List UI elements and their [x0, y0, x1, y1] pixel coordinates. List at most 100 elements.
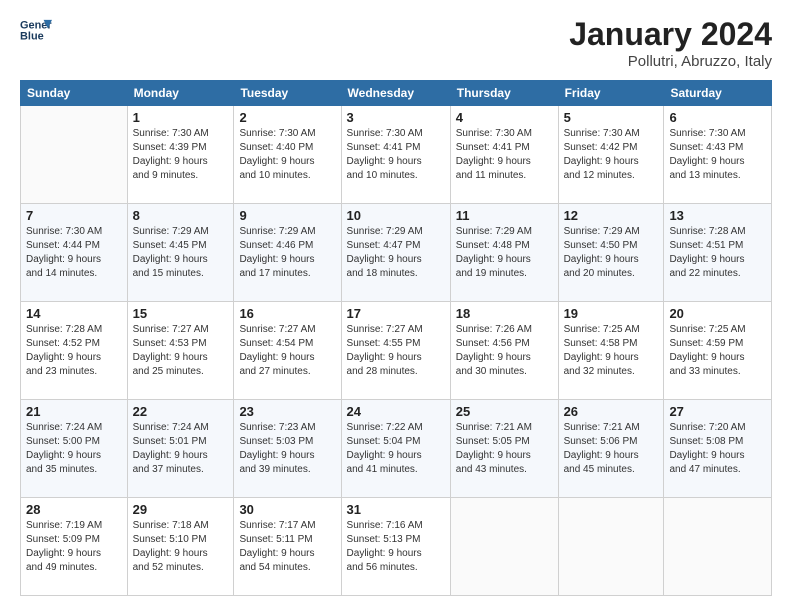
day-number: 7 — [26, 208, 122, 223]
day-cell — [664, 498, 772, 596]
weekday-header-sunday: Sunday — [21, 81, 128, 106]
calendar-table: SundayMondayTuesdayWednesdayThursdayFrid… — [20, 80, 772, 596]
day-cell — [558, 498, 664, 596]
page: General Blue January 2024 Pollutri, Abru… — [0, 0, 792, 612]
day-info: Sunrise: 7:28 AMSunset: 4:52 PMDaylight:… — [26, 323, 122, 379]
day-number: 14 — [26, 306, 122, 321]
day-cell: 1 Sunrise: 7:30 AMSunset: 4:39 PMDaylight… — [127, 106, 234, 204]
day-number: 12 — [564, 208, 659, 223]
day-info: Sunrise: 7:22 AMSunset: 5:04 PMDaylight:… — [347, 421, 445, 477]
day-number: 29 — [133, 502, 229, 517]
day-info: Sunrise: 7:17 AMSunset: 5:11 PMDaylight:… — [239, 519, 335, 575]
week-row-2: 7 Sunrise: 7:30 AMSunset: 4:44 PMDaylight… — [21, 204, 772, 302]
day-info: Sunrise: 7:21 AMSunset: 5:06 PMDaylight:… — [564, 421, 659, 477]
day-number: 15 — [133, 306, 229, 321]
day-info: Sunrise: 7:19 AMSunset: 5:09 PMDaylight:… — [26, 519, 122, 575]
day-info: Sunrise: 7:30 AMSunset: 4:42 PMDaylight:… — [564, 127, 659, 183]
day-number: 18 — [456, 306, 553, 321]
logo: General Blue — [20, 16, 52, 44]
day-number: 21 — [26, 404, 122, 419]
day-cell: 5 Sunrise: 7:30 AMSunset: 4:42 PMDaylight… — [558, 106, 664, 204]
month-title: January 2024 — [569, 16, 772, 53]
day-number: 2 — [239, 110, 335, 125]
day-number: 24 — [347, 404, 445, 419]
day-number: 17 — [347, 306, 445, 321]
header: General Blue January 2024 Pollutri, Abru… — [20, 16, 772, 70]
day-cell: 16 Sunrise: 7:27 AMSunset: 4:54 PMDayligh… — [234, 302, 341, 400]
week-row-4: 21Sunrise: 7:24 AMSunset: 5:00 PMDayligh… — [21, 400, 772, 498]
day-info: Sunrise: 7:30 AMSunset: 4:44 PMDaylight:… — [26, 225, 122, 281]
week-row-1: 1 Sunrise: 7:30 AMSunset: 4:39 PMDaylight… — [21, 106, 772, 204]
day-info: Sunrise: 7:16 AMSunset: 5:13 PMDaylight:… — [347, 519, 445, 575]
weekday-header-thursday: Thursday — [450, 81, 558, 106]
day-cell: 7 Sunrise: 7:30 AMSunset: 4:44 PMDaylight… — [21, 204, 128, 302]
day-number: 30 — [239, 502, 335, 517]
day-number: 22 — [133, 404, 229, 419]
day-cell: 29Sunrise: 7:18 AMSunset: 5:10 PMDayligh… — [127, 498, 234, 596]
day-info: Sunrise: 7:30 AMSunset: 4:41 PMDaylight:… — [347, 127, 445, 183]
day-cell: 27 Sunrise: 7:20 AMSunset: 5:08 PMDayligh… — [664, 400, 772, 498]
day-info: Sunrise: 7:30 AMSunset: 4:41 PMDaylight:… — [456, 127, 553, 183]
day-info: Sunrise: 7:30 AMSunset: 4:40 PMDaylight:… — [239, 127, 335, 183]
day-cell: 11 Sunrise: 7:29 AMSunset: 4:48 PMDayligh… — [450, 204, 558, 302]
weekday-header-saturday: Saturday — [664, 81, 772, 106]
day-info: Sunrise: 7:27 AMSunset: 4:53 PMDaylight:… — [133, 323, 229, 379]
day-cell: 31 Sunrise: 7:16 AMSunset: 5:13 PMDayligh… — [341, 498, 450, 596]
title-area: January 2024 Pollutri, Abruzzo, Italy — [569, 16, 772, 70]
day-number: 6 — [669, 110, 766, 125]
weekday-header-wednesday: Wednesday — [341, 81, 450, 106]
day-info: Sunrise: 7:29 AMSunset: 4:47 PMDaylight:… — [347, 225, 445, 281]
day-number: 19 — [564, 306, 659, 321]
logo-icon: General Blue — [20, 16, 52, 44]
day-number: 31 — [347, 502, 445, 517]
day-cell: 22 Sunrise: 7:24 AMSunset: 5:01 PMDayligh… — [127, 400, 234, 498]
day-info: Sunrise: 7:20 AMSunset: 5:08 PMDaylight:… — [669, 421, 766, 477]
day-info: Sunrise: 7:21 AMSunset: 5:05 PMDaylight:… — [456, 421, 553, 477]
day-info: Sunrise: 7:30 AMSunset: 4:39 PMDaylight:… — [133, 127, 229, 183]
day-cell: 21Sunrise: 7:24 AMSunset: 5:00 PMDayligh… — [21, 400, 128, 498]
day-cell: 30 Sunrise: 7:17 AMSunset: 5:11 PMDayligh… — [234, 498, 341, 596]
day-number: 16 — [239, 306, 335, 321]
day-info: Sunrise: 7:23 AMSunset: 5:03 PMDaylight:… — [239, 421, 335, 477]
weekday-header-tuesday: Tuesday — [234, 81, 341, 106]
day-number: 11 — [456, 208, 553, 223]
day-cell: 14 Sunrise: 7:28 AMSunset: 4:52 PMDayligh… — [21, 302, 128, 400]
day-cell: 13 Sunrise: 7:28 AMSunset: 4:51 PMDayligh… — [664, 204, 772, 302]
day-cell: 15 Sunrise: 7:27 AMSunset: 4:53 PMDayligh… — [127, 302, 234, 400]
day-number: 27 — [669, 404, 766, 419]
location-title: Pollutri, Abruzzo, Italy — [569, 53, 772, 70]
day-number: 25 — [456, 404, 553, 419]
weekday-header-friday: Friday — [558, 81, 664, 106]
day-info: Sunrise: 7:29 AMSunset: 4:48 PMDaylight:… — [456, 225, 553, 281]
day-info: Sunrise: 7:27 AMSunset: 4:55 PMDaylight:… — [347, 323, 445, 379]
day-number: 10 — [347, 208, 445, 223]
day-number: 3 — [347, 110, 445, 125]
weekday-header-monday: Monday — [127, 81, 234, 106]
day-cell — [450, 498, 558, 596]
day-number: 13 — [669, 208, 766, 223]
day-cell: 26 Sunrise: 7:21 AMSunset: 5:06 PMDayligh… — [558, 400, 664, 498]
day-info: Sunrise: 7:27 AMSunset: 4:54 PMDaylight:… — [239, 323, 335, 379]
day-cell: 24 Sunrise: 7:22 AMSunset: 5:04 PMDayligh… — [341, 400, 450, 498]
day-number: 9 — [239, 208, 335, 223]
day-info: Sunrise: 7:29 AMSunset: 4:46 PMDaylight:… — [239, 225, 335, 281]
day-cell: 12Sunrise: 7:29 AMSunset: 4:50 PMDayligh… — [558, 204, 664, 302]
day-number: 4 — [456, 110, 553, 125]
day-number: 1 — [133, 110, 229, 125]
day-info: Sunrise: 7:26 AMSunset: 4:56 PMDaylight:… — [456, 323, 553, 379]
day-cell: 6Sunrise: 7:30 AMSunset: 4:43 PMDaylight… — [664, 106, 772, 204]
day-number: 26 — [564, 404, 659, 419]
week-row-3: 14 Sunrise: 7:28 AMSunset: 4:52 PMDayligh… — [21, 302, 772, 400]
day-info: Sunrise: 7:28 AMSunset: 4:51 PMDaylight:… — [669, 225, 766, 281]
day-cell: 9 Sunrise: 7:29 AMSunset: 4:46 PMDaylight… — [234, 204, 341, 302]
day-cell: 2 Sunrise: 7:30 AMSunset: 4:40 PMDaylight… — [234, 106, 341, 204]
day-info: Sunrise: 7:24 AMSunset: 5:01 PMDaylight:… — [133, 421, 229, 477]
day-cell: 23Sunrise: 7:23 AMSunset: 5:03 PMDayligh… — [234, 400, 341, 498]
day-number: 5 — [564, 110, 659, 125]
day-number: 20 — [669, 306, 766, 321]
weekday-header-row: SundayMondayTuesdayWednesdayThursdayFrid… — [21, 81, 772, 106]
day-info: Sunrise: 7:25 AMSunset: 4:59 PMDaylight:… — [669, 323, 766, 379]
day-info: Sunrise: 7:29 AMSunset: 4:45 PMDaylight:… — [133, 225, 229, 281]
week-row-5: 28Sunrise: 7:19 AMSunset: 5:09 PMDayligh… — [21, 498, 772, 596]
day-cell: 28Sunrise: 7:19 AMSunset: 5:09 PMDayligh… — [21, 498, 128, 596]
